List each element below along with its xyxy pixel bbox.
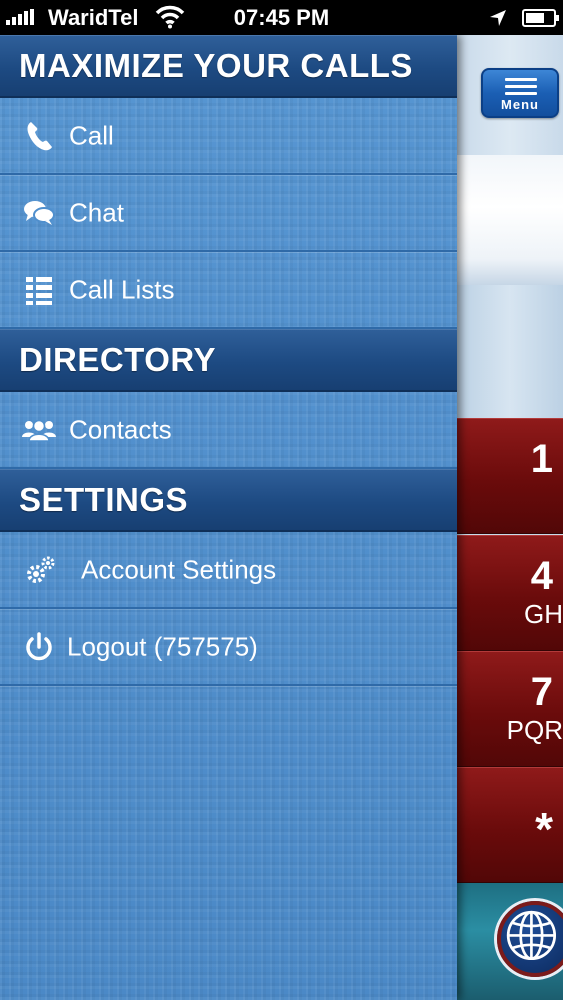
gears-icon [27,556,55,583]
keypad-key-letters: GH [524,599,563,629]
keypad-key-number: * [535,803,553,855]
menu-item-call-lists[interactable]: Call Lists [0,252,457,329]
keypad-key-number: 4 [530,554,553,598]
menu-item-label: Chat [69,197,124,227]
status-time: 07:45 PM [233,5,330,30]
menu-item-chat[interactable]: Chat [0,175,457,252]
menu-item-logout[interactable]: Logout (757575) [0,609,457,686]
menu-item-label: Call Lists [69,274,175,304]
power-icon [26,631,52,660]
phone-icon [27,121,52,150]
dialer-mid-strip [457,285,563,418]
menu-button[interactable]: Menu [481,68,559,118]
menu-item-label: Contacts [69,414,172,444]
menu-item-label: Logout (757575) [67,631,258,661]
keypad-key-letters: PQR [506,715,563,745]
contacts-icon [22,419,56,442]
menu-item-contacts[interactable]: Contacts [0,392,457,469]
section-header-directory: DIRECTORY [0,329,457,392]
chat-bubbles-icon [24,200,55,225]
battery-icon [522,9,559,27]
status-bar: WaridTel 07:45 PM [0,0,563,35]
keypad-key-7[interactable]: 7 PQR [457,651,563,767]
menu-item-label: Call [69,120,114,150]
location-arrow-icon [490,10,506,26]
menu-item-account-settings[interactable]: Account Settings [0,532,457,609]
dialer-bottom-bar [457,883,563,1000]
background-dialer-screen: Menu 1 4 GH 7 PQR * [457,35,563,1000]
section-header-settings: SETTINGS [0,469,457,532]
dialer-number-display [457,155,563,285]
globe-icon[interactable] [497,901,563,977]
menu-item-call[interactable]: Call [0,98,457,175]
menu-item-label: Account Settings [81,554,277,584]
list-icon [26,276,52,305]
side-menu: MAXIMIZE YOUR CALLS Call Chat Call Lists… [0,35,457,1000]
section-header-maximize-your-calls: MAXIMIZE YOUR CALLS [0,35,457,98]
keypad-key-number: 1 [530,437,553,481]
hamburger-icon [505,78,537,99]
keypad-key-number: 7 [530,670,553,714]
keypad-key-4[interactable]: 4 GH [457,535,563,651]
keypad-key-star[interactable]: * [457,767,563,883]
menu-button-label: Menu [501,97,539,112]
keypad-key-1[interactable]: 1 [457,418,563,534]
